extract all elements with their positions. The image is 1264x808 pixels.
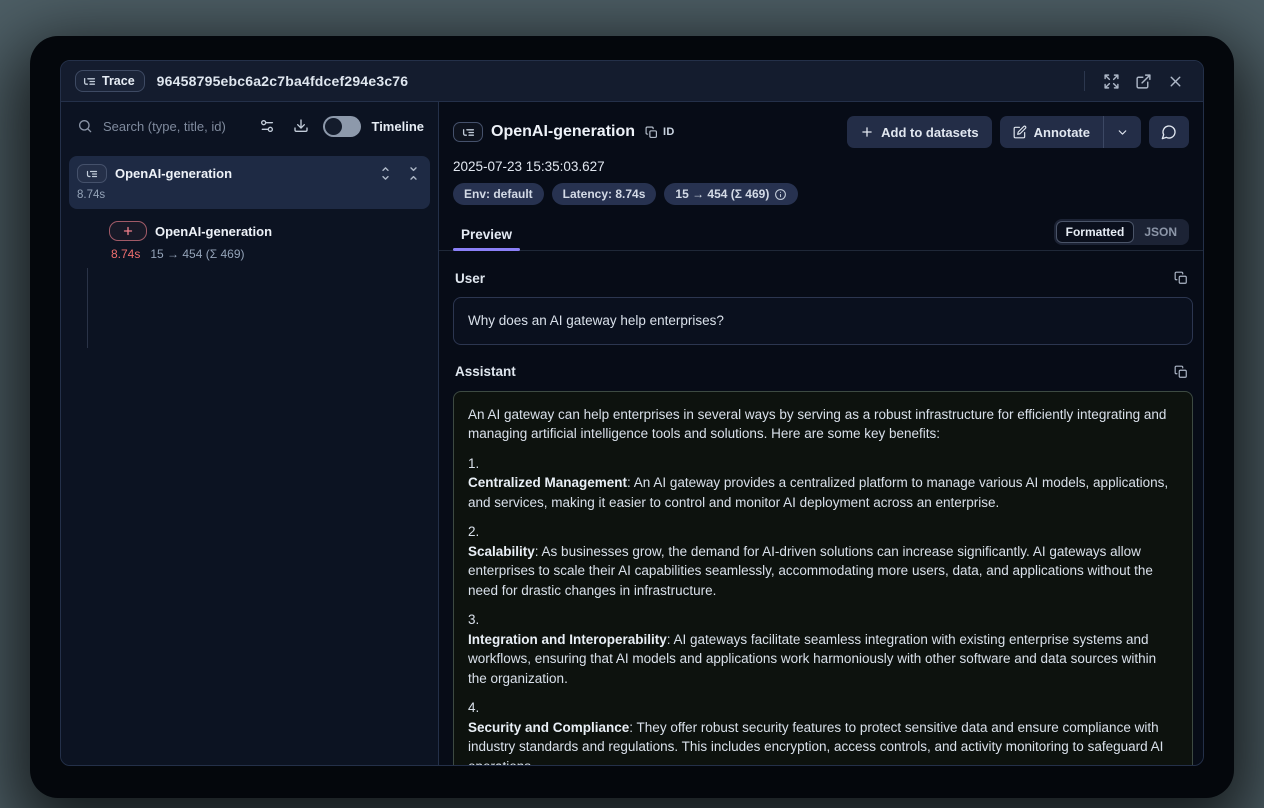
tree-search-row: Timeline xyxy=(61,102,438,150)
trace-chip xyxy=(77,164,107,183)
add-to-datasets-button[interactable]: Add to datasets xyxy=(847,116,992,148)
toggle-knob xyxy=(325,118,342,135)
plus-icon xyxy=(860,125,874,139)
header-actions: Add to datasets Annotate xyxy=(847,116,1189,148)
trace-peek-modal: Trace 96458795ebc6a2c7ba4fdcef294e3c76 xyxy=(30,36,1234,798)
close-button[interactable] xyxy=(1161,67,1189,95)
format-json-option[interactable]: JSON xyxy=(1134,221,1187,243)
format-toggle: Formatted JSON xyxy=(1054,219,1189,245)
token-usage-badge: 15 → 454 (Σ 469) xyxy=(664,183,798,205)
tab-bar: Preview Formatted JSON xyxy=(439,218,1203,251)
assistant-section-label: Assistant xyxy=(453,364,516,379)
generation-sparkle-icon xyxy=(122,225,134,237)
observation-header: OpenAI-generation ID Add to datasets xyxy=(439,102,1203,148)
trace-topbar: Trace 96458795ebc6a2c7ba4fdcef294e3c76 xyxy=(61,61,1203,102)
list-tree-icon xyxy=(83,75,96,88)
add-to-datasets-label: Add to datasets xyxy=(881,125,979,140)
user-message-text: Why does an AI gateway help enterprises? xyxy=(468,313,724,328)
annotate-label: Annotate xyxy=(1034,125,1090,140)
copy-assistant-button[interactable] xyxy=(1169,361,1193,383)
fold-all-button[interactable] xyxy=(404,165,422,183)
sliders-icon xyxy=(259,118,275,134)
assistant-intro: An AI gateway can help enterprises in se… xyxy=(468,405,1178,444)
list-tree-icon xyxy=(462,126,475,139)
observation-timestamp: 2025-07-23 15:35:03.627 xyxy=(439,159,1203,174)
info-icon[interactable] xyxy=(774,188,787,201)
io-preview: User Why does an AI gateway help enterpr… xyxy=(439,251,1203,765)
latency-badge: Latency: 8.74s xyxy=(552,183,657,205)
chevron-down-icon xyxy=(1116,126,1129,139)
trace-chip xyxy=(453,122,483,142)
topbar-actions xyxy=(1084,67,1189,95)
comment-bubble-icon xyxy=(1161,124,1177,140)
download-button[interactable] xyxy=(289,112,313,140)
assistant-list-item: 3. Integration and Interoperability: AI … xyxy=(468,610,1178,688)
tree-node-title: OpenAI-generation xyxy=(115,166,232,181)
assistant-message-box: An AI gateway can help enterprises in se… xyxy=(453,391,1193,766)
unfold-vertical-icon xyxy=(378,166,393,181)
assistant-list-item: 4. Security and Compliance: They offer r… xyxy=(468,698,1178,765)
timeline-label: Timeline xyxy=(371,119,424,134)
trace-tree-sidebar: Timeline OpenAI-generation xyxy=(61,102,439,765)
generation-chip xyxy=(109,221,147,241)
search-input[interactable] xyxy=(103,119,245,134)
open-in-new-button[interactable] xyxy=(1129,67,1157,95)
external-link-icon xyxy=(1135,73,1152,90)
copy-user-button[interactable] xyxy=(1169,267,1193,289)
divider xyxy=(1084,71,1085,91)
timeline-toggle[interactable] xyxy=(323,116,361,137)
edit-icon xyxy=(1013,125,1027,139)
expand-button[interactable] xyxy=(1097,67,1125,95)
close-icon xyxy=(1167,73,1184,90)
unfold-all-button[interactable] xyxy=(376,165,394,183)
metadata-badges: Env: default Latency: 8.74s 15 → 454 (Σ … xyxy=(439,183,1203,205)
observation-tree: OpenAI-generation xyxy=(61,150,438,261)
tree-node-latency: 8.74s xyxy=(77,189,422,201)
annotate-split-button: Annotate xyxy=(1000,116,1141,148)
list-tree-icon xyxy=(86,168,98,180)
annotate-button[interactable]: Annotate xyxy=(1000,116,1103,148)
tree-node-trace-root[interactable]: OpenAI-generation xyxy=(69,156,430,209)
expand-icon xyxy=(1103,73,1120,90)
trace-type-badge: Trace xyxy=(75,70,145,92)
assistant-list-item: 2. Scalability: As businesses grow, the … xyxy=(468,522,1178,600)
tab-preview[interactable]: Preview xyxy=(453,218,520,250)
trace-panel: Trace 96458795ebc6a2c7ba4fdcef294e3c76 xyxy=(60,60,1204,766)
user-message-box: Why does an AI gateway help enterprises? xyxy=(453,297,1193,345)
format-formatted-option[interactable]: Formatted xyxy=(1056,221,1135,243)
tree-node-title: OpenAI-generation xyxy=(155,224,272,239)
id-label: ID xyxy=(663,126,675,138)
search-icon xyxy=(77,118,93,134)
copy-id-button[interactable]: ID xyxy=(645,126,675,139)
assistant-list-item: 1. Centralized Management: An AI gateway… xyxy=(468,454,1178,513)
tree-node-generation[interactable]: OpenAI-generation 8.74s 15 → 454 (Σ 469) xyxy=(109,221,430,261)
view-settings-button[interactable] xyxy=(255,112,279,140)
observation-detail: OpenAI-generation ID Add to datasets xyxy=(439,102,1203,765)
trace-badge-label: Trace xyxy=(102,74,135,88)
comments-button[interactable] xyxy=(1149,116,1189,148)
fold-vertical-icon xyxy=(406,166,421,181)
copy-icon xyxy=(645,126,658,139)
page-title: OpenAI-generation xyxy=(491,123,635,141)
tree-node-latency: 8.74s xyxy=(111,247,140,261)
copy-icon xyxy=(1174,271,1188,285)
env-badge: Env: default xyxy=(453,183,544,205)
tree-guide-line xyxy=(87,268,88,348)
page-background: { "topbar": { "trace_badge_label": "Trac… xyxy=(0,0,1264,808)
user-section-label: User xyxy=(453,271,485,286)
download-icon xyxy=(293,118,309,134)
tree-node-tokens: 15 → 454 (Σ 469) xyxy=(150,247,244,261)
trace-id: 96458795ebc6a2c7ba4fdcef294e3c76 xyxy=(157,73,409,89)
annotate-dropdown-button[interactable] xyxy=(1104,116,1141,148)
copy-icon xyxy=(1174,365,1188,379)
